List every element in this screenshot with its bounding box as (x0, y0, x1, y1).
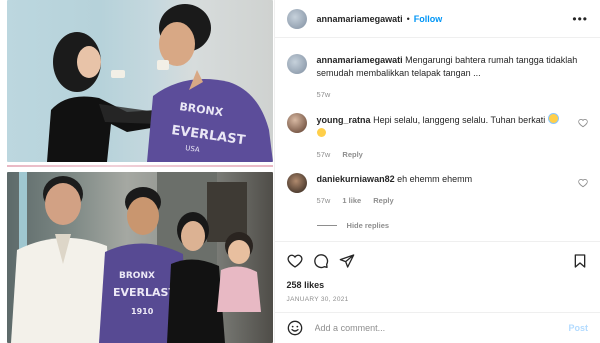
comment-username[interactable]: daniekurniawan82 (317, 174, 395, 184)
likes-count[interactable]: 258 likes (287, 280, 588, 290)
comment-input[interactable] (312, 322, 569, 334)
photo-family: BRONX EVERLAST 1910 (7, 172, 273, 343)
post-side-panel: annamariamegawati • Follow ••• annamaria… (273, 0, 600, 343)
commenter-avatar[interactable] (286, 113, 307, 133)
halo-smile-emoji-icon (547, 113, 559, 124)
commenter-avatar[interactable] (286, 173, 307, 193)
caption: annamariamegawati Mengarungi bahtera rum… (286, 54, 588, 101)
photo-couple-cake: BRONX EVERLAST USA (7, 0, 273, 162)
reply-button[interactable]: Reply (342, 150, 362, 159)
add-comment-bar: Post (274, 312, 600, 343)
like-comment-heart-icon[interactable] (578, 118, 588, 128)
follow-button[interactable]: Follow (414, 14, 443, 24)
post-header: annamariamegawati • Follow ••• (274, 0, 600, 38)
comment-likes[interactable]: 1 like (342, 196, 361, 205)
comment-age[interactable]: 57w (317, 150, 331, 159)
shirt2-text-1: BRONX (119, 271, 155, 281)
comment-age[interactable]: 57w (317, 196, 331, 205)
caption-age[interactable]: 57w (317, 90, 331, 99)
like-heart-icon[interactable] (287, 253, 303, 269)
caption-username[interactable]: annamariamegawati (317, 55, 403, 65)
more-options-icon[interactable]: ••• (572, 12, 588, 26)
photo-couple-cake-drawing: BRONX EVERLAST USA (47, 4, 273, 162)
share-paper-plane-icon[interactable] (339, 253, 355, 269)
hide-replies-line (316, 225, 337, 226)
heart-eyes-emoji-icon (316, 128, 326, 137)
comment-item: young_ratna Hepi selalu, langgeng selalu… (286, 113, 588, 161)
save-bookmark-icon[interactable] (572, 253, 588, 269)
post-actions: 258 likes JANUARY 30, 2021 (274, 241, 600, 303)
post-date: JANUARY 30, 2021 (286, 296, 349, 303)
post-media[interactable]: BRONX EVERLAST USA BRONX EVERLAST 1910 (0, 0, 274, 343)
shirt2-text-2: EVERLAST (113, 286, 176, 299)
photo-divider (7, 165, 273, 167)
post-comment-button[interactable]: Post (568, 323, 588, 333)
separator-dot: • (406, 13, 410, 24)
author-avatar[interactable] (286, 8, 307, 29)
emoji-smiley-icon[interactable] (287, 320, 303, 336)
comment-item: daniekurniawan82 eh ehemm ehemm 57w 1 li… (286, 173, 588, 207)
comment-text: Hepi selalu, langgeng selalu. Tuhan berk… (373, 115, 546, 125)
hide-replies-label: Hide replies (346, 221, 390, 230)
comments-list: annamariamegawati Mengarungi bahtera rum… (286, 42, 588, 230)
like-comment-heart-icon[interactable] (578, 178, 588, 188)
shirt2-text-4: 1910 (131, 307, 154, 316)
caption-avatar[interactable] (286, 54, 307, 74)
comment-text: eh ehemm ehemm (397, 174, 473, 184)
reply-button[interactable]: Reply (373, 196, 393, 205)
hide-replies-button[interactable]: Hide replies (316, 221, 588, 230)
comment-username[interactable]: young_ratna (317, 115, 371, 125)
photo-family-drawing: BRONX EVERLAST 1910 (11, 172, 261, 343)
author-username[interactable]: annamariamegawati (317, 14, 403, 24)
comment-bubble-icon[interactable] (313, 253, 329, 269)
